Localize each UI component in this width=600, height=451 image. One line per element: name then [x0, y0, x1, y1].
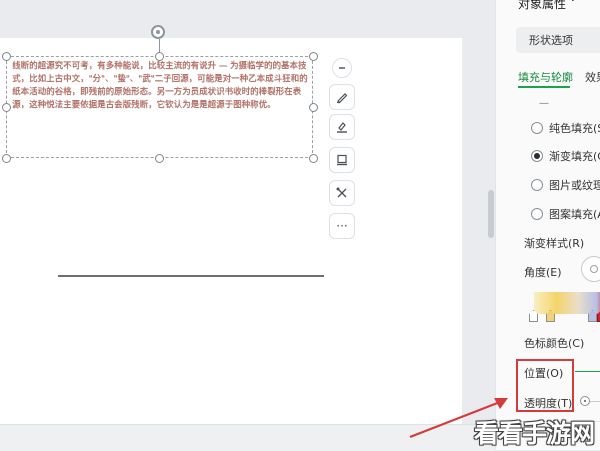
minus-icon: [339, 67, 345, 69]
status-strip: [0, 424, 495, 451]
stop-color-label: 色标颜色(C): [524, 337, 585, 350]
shape-options-button[interactable]: 形状选项: [516, 27, 600, 53]
panel-title[interactable]: 对象属性 ˅: [518, 0, 576, 12]
resize-handle-right[interactable]: [309, 103, 318, 112]
effects-button[interactable]: [329, 180, 355, 206]
fill-button[interactable]: [329, 84, 355, 110]
radio-solid-fill[interactable]: 纯色填充(S: [531, 120, 600, 136]
brush-icon: [337, 93, 348, 104]
resize-handle-top[interactable]: [155, 52, 164, 61]
radio-checked-icon: [531, 150, 543, 162]
resize-handle-bottom-left[interactable]: [2, 154, 11, 163]
resize-handle-left[interactable]: [2, 103, 11, 112]
watermark-text: 看看手游网: [474, 419, 595, 448]
section-collapse-indicator[interactable]: —: [539, 98, 549, 109]
active-tab-indicator: [518, 86, 570, 88]
gradient-bar[interactable]: [534, 292, 600, 314]
resize-handle-top-left[interactable]: [2, 52, 11, 61]
document-canvas: 线断的超源究不可考，有多种能说，比较主流的有说升 — 为摄临学的的基本技式，比如…: [0, 0, 495, 451]
radio-gradient-fill[interactable]: 渐变填充(G: [531, 148, 600, 164]
resize-handle-bottom-right[interactable]: [309, 154, 318, 163]
rotate-handle-icon[interactable]: [151, 25, 165, 39]
position-input-underline[interactable]: [575, 371, 600, 372]
layer-icon: [337, 154, 347, 166]
radio-label: 纯色填充(S: [549, 122, 600, 135]
radio-icon: [531, 179, 543, 191]
shape-text[interactable]: 线断的超源究不可考，有多种能说，比较主流的有说升 — 为摄临学的的基本技式，比如…: [12, 60, 308, 152]
radio-pattern-fill[interactable]: 图案填充(A: [531, 206, 600, 222]
angle-label: 角度(E): [524, 266, 562, 279]
resize-handle-top-right[interactable]: [309, 52, 318, 61]
tab-effects[interactable]: 效果: [585, 69, 600, 85]
more-button[interactable]: ···: [329, 213, 355, 239]
radio-label: 图案填充(A: [549, 208, 600, 221]
annotation-highlight-box: [516, 359, 574, 412]
tools-icon: [336, 187, 347, 198]
radio-icon: [531, 208, 543, 220]
resize-handle-bottom[interactable]: [155, 154, 164, 163]
shape-options-label: 形状选项: [529, 34, 573, 47]
vertical-scrollbar[interactable]: [488, 190, 494, 238]
transparency-slider-knob[interactable]: [580, 396, 590, 406]
tab-fill-and-outline[interactable]: 填充与轮廓: [518, 69, 573, 85]
layer-button[interactable]: [329, 147, 355, 173]
gradient-style-label: 渐变样式(R): [524, 237, 585, 250]
outline-pen-icon: [337, 122, 347, 133]
collapse-button[interactable]: [332, 58, 352, 78]
radio-label: 图片或纹理: [549, 179, 600, 192]
angle-dial[interactable]: [581, 256, 600, 282]
horizontal-line-shape[interactable]: [58, 275, 324, 277]
more-icon: ···: [336, 219, 348, 233]
radio-label: 渐变填充(G: [549, 150, 600, 163]
radio-icon: [531, 122, 543, 134]
object-properties-panel: 对象属性 ˅ 形状选项 填充与轮廓 效果 — 纯色填充(S 渐变填充(G 图片或…: [495, 0, 600, 450]
radio-picture-fill[interactable]: 图片或纹理: [531, 177, 600, 193]
outline-button[interactable]: [329, 114, 355, 140]
